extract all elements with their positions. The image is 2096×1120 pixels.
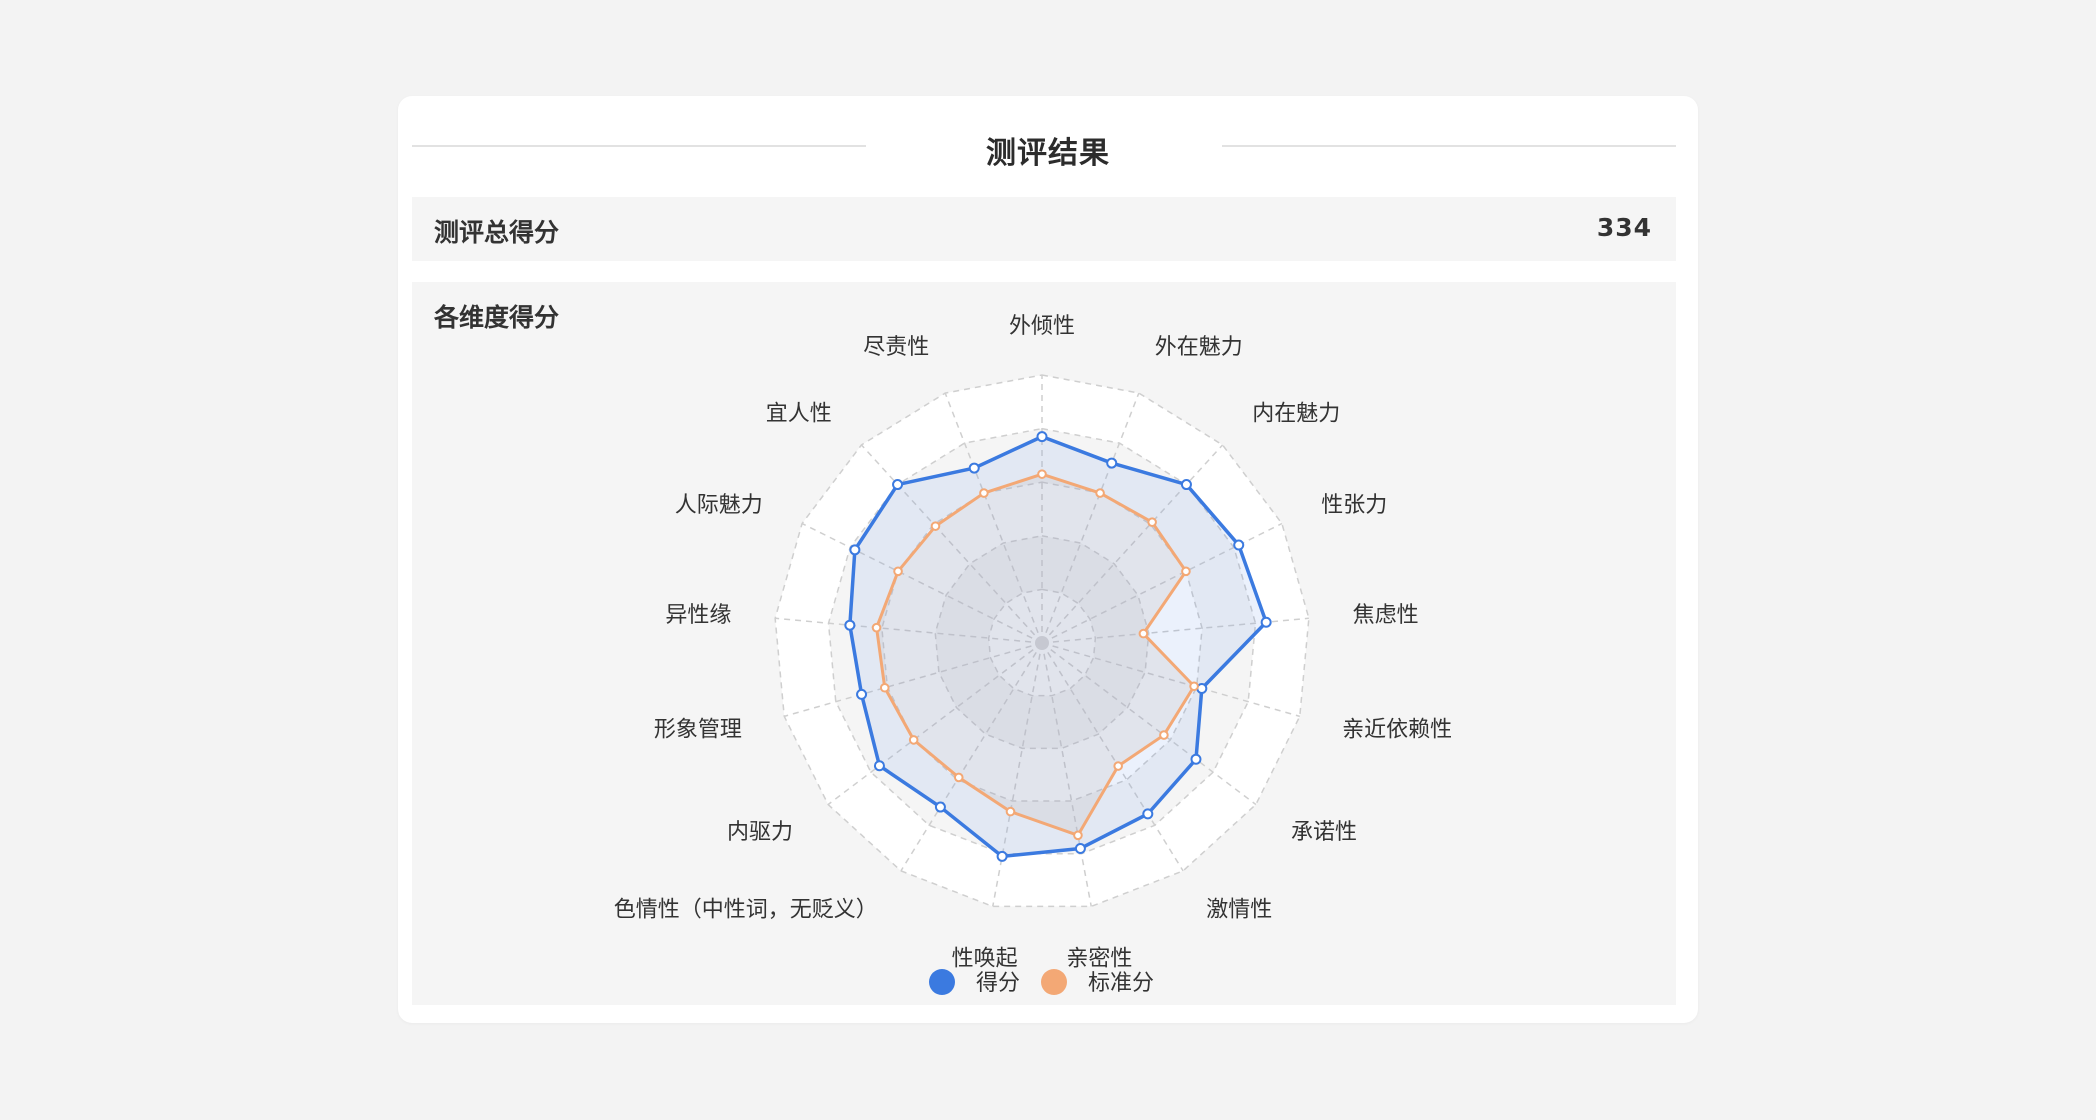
radar-point-score <box>968 462 980 474</box>
radar-point-score <box>1036 431 1048 443</box>
radar-point-standard <box>1159 730 1169 740</box>
legend-swatch <box>1041 969 1067 995</box>
legend-label: 得分 <box>976 971 1020 996</box>
radar-axis-label: 焦虑性 <box>1353 603 1419 628</box>
radar-point-standard <box>871 622 882 633</box>
radar-axis-label: 性张力 <box>1321 493 1387 518</box>
radar-point-score <box>844 619 856 631</box>
radar-point-standard <box>953 772 964 783</box>
radar-point-standard <box>1095 488 1105 498</box>
radar-axis-label: 亲密性 <box>1066 947 1132 972</box>
radar-point-standard <box>1073 830 1083 841</box>
radar-point-standard <box>1138 628 1149 639</box>
radar-chart: 外倾性外在魅力内在魅力性张力焦虑性亲近依赖性承诺性激情性亲密性 性唤起 色情性（中性… <box>614 314 1452 996</box>
radar-axis-label: 异性缘 <box>665 603 731 628</box>
radar-axis-label: 性唤起 <box>952 947 1018 972</box>
radar-axis-label: 形象管理 <box>654 717 742 742</box>
radar-point-standard <box>1037 469 1047 479</box>
radar-axis-label: 激情性 <box>1206 897 1272 922</box>
radar-point-standard <box>908 735 919 745</box>
radar-axis-label: 承诺性 <box>1291 820 1357 845</box>
radar-point-score <box>996 850 1008 862</box>
radar-point-score <box>873 760 885 772</box>
radar-point-score <box>1142 808 1154 820</box>
radar-point-standard <box>1189 681 1199 692</box>
radar-axis-label: 内在魅力 <box>1252 401 1340 426</box>
radar-point-score <box>849 544 861 556</box>
radar-point-score <box>892 479 904 491</box>
radar-point-standard <box>1005 806 1016 817</box>
radar-axis-label: 亲近依赖性 <box>1342 717 1452 742</box>
radar-point-standard <box>1113 761 1123 771</box>
radar-point-score <box>1106 457 1118 469</box>
radar-point-score <box>1190 753 1202 765</box>
legend-swatch <box>929 969 955 995</box>
radar-point-score <box>934 801 946 813</box>
radar-point-standard <box>1147 517 1157 527</box>
radar-point-score <box>1233 539 1245 551</box>
radar-point-score <box>1074 842 1086 854</box>
radar-point-standard <box>979 488 989 498</box>
radar-axis-label: 人际魅力 <box>675 493 763 518</box>
radar-point-score <box>1260 616 1272 628</box>
radar-axis-label: 外在魅力 <box>1155 335 1243 360</box>
radar-axis-label: 尽责性 <box>863 335 929 360</box>
radar-point-standard <box>930 521 941 531</box>
legend-label: 标准分 <box>1088 971 1154 996</box>
radar-point-score <box>1180 479 1192 491</box>
radar-point-standard <box>1181 566 1191 577</box>
radar-axis-label: 内驱力 <box>727 820 793 845</box>
radar-point-score <box>856 688 868 700</box>
radar-axis-label: 宜人性 <box>766 401 832 426</box>
radar-point-standard <box>893 566 903 577</box>
radar-point-standard <box>879 682 890 693</box>
radar-axis-label: 色情性（中性词，无贬义） <box>614 897 878 922</box>
radar-axis-label: 外倾性 <box>1009 314 1075 339</box>
